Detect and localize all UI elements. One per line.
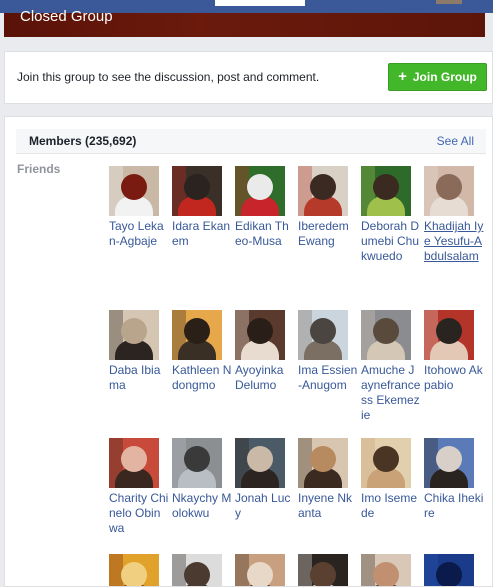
member-name-link[interactable]: Ima Essien-Anugom	[298, 363, 358, 393]
member-photo[interactable]	[424, 438, 474, 488]
member-photo[interactable]	[172, 438, 222, 488]
member-card[interactable]	[235, 554, 295, 586]
member-name-link[interactable]: Iberedem Ewang	[298, 219, 358, 249]
member-name-link[interactable]: Chika Ihekire	[424, 491, 484, 521]
member-photo[interactable]	[109, 554, 159, 586]
group-cover-strip: Closed Group	[4, 8, 493, 37]
member-photo[interactable]	[172, 310, 222, 360]
see-all-link[interactable]: See All	[437, 134, 474, 148]
member-name-link[interactable]: Deborah Dumebi Chukwuedo	[361, 219, 421, 264]
member-name-link[interactable]: Kathleen Ndongmo	[172, 363, 232, 393]
member-photo[interactable]	[235, 438, 285, 488]
member-card[interactable]: Deborah Dumebi Chukwuedo	[361, 166, 421, 264]
member-photo[interactable]	[298, 310, 348, 360]
member-photo[interactable]	[424, 310, 474, 360]
member-name-link[interactable]: Edikan Theo-Musa	[235, 219, 295, 249]
join-panel: Join this group to see the discussion, p…	[4, 51, 493, 104]
member-photo[interactable]	[361, 554, 411, 586]
member-photo[interactable]	[424, 554, 474, 586]
members-panel: Members (235,692) See All Friends Tayo L…	[4, 116, 493, 587]
member-card[interactable]: Amuche Jaynefrancess Ekemezie	[361, 310, 421, 423]
member-name-link[interactable]: Tayo Lekan-Agbaje	[109, 219, 169, 249]
member-photo[interactable]	[424, 166, 474, 216]
member-card[interactable]: Ima Essien-Anugom	[298, 310, 358, 393]
member-card[interactable]: Itohowo Akpabio	[424, 310, 484, 393]
member-card[interactable]	[109, 554, 169, 586]
member-photo[interactable]	[235, 166, 285, 216]
join-message: Join this group to see the discussion, p…	[17, 70, 320, 84]
profile-avatar[interactable]	[436, 0, 462, 4]
join-group-button[interactable]: + Join Group	[388, 63, 487, 91]
member-card[interactable]: Charity Chinelo Obinwa	[109, 438, 169, 536]
member-photo[interactable]	[298, 554, 348, 586]
member-photo[interactable]	[109, 310, 159, 360]
member-name-link[interactable]: Daba Ibiama	[109, 363, 169, 393]
member-photo[interactable]	[361, 310, 411, 360]
member-name-link[interactable]: Itohowo Akpabio	[424, 363, 484, 393]
group-privacy-label: Closed Group	[20, 8, 113, 25]
member-name-link[interactable]: Charity Chinelo Obinwa	[109, 491, 169, 536]
member-name-link[interactable]: Khadijah Iye Yesufu-Abdulsalam	[424, 219, 484, 264]
member-name-link[interactable]: Nkaychy Molokwu	[172, 491, 232, 521]
member-card[interactable]: Idara Ekanem	[172, 166, 232, 249]
search-field[interactable]	[215, 0, 305, 6]
member-name-link[interactable]: Amuche Jaynefrancess Ekemezie	[361, 363, 421, 423]
member-photo[interactable]	[109, 438, 159, 488]
member-photo[interactable]	[109, 166, 159, 216]
member-card[interactable]: Ayoyinka Delumo	[235, 310, 295, 393]
member-card[interactable]: Iberedem Ewang	[298, 166, 358, 249]
member-photo[interactable]	[361, 438, 411, 488]
member-name-link[interactable]: Ayoyinka Delumo	[235, 363, 295, 393]
member-name-link[interactable]: Imo Isemede	[361, 491, 421, 521]
member-photo[interactable]	[235, 554, 285, 586]
join-group-label: Join Group	[412, 70, 477, 84]
member-card[interactable]: Edikan Theo-Musa	[235, 166, 295, 249]
members-header: Members (235,692) See All	[16, 129, 486, 154]
member-card[interactable]: Jonah Lucy	[235, 438, 295, 521]
member-card[interactable]: Chika Ihekire	[424, 438, 484, 521]
member-card[interactable]: Imo Isemede	[361, 438, 421, 521]
member-card[interactable]: Inyene Nkanta	[298, 438, 358, 521]
member-photo[interactable]	[361, 166, 411, 216]
member-card[interactable]: Daba Ibiama	[109, 310, 169, 393]
member-card[interactable]	[424, 554, 484, 586]
member-card[interactable]	[298, 554, 358, 586]
member-photo[interactable]	[172, 554, 222, 586]
member-card[interactable]	[361, 554, 421, 586]
member-card[interactable]: Nkaychy Molokwu	[172, 438, 232, 521]
member-card[interactable]: Tayo Lekan-Agbaje	[109, 166, 169, 249]
member-card[interactable]: Khadijah Iye Yesufu-Abdulsalam	[424, 166, 484, 264]
members-title: Members (235,692)	[29, 134, 137, 148]
member-name-link[interactable]: Inyene Nkanta	[298, 491, 358, 521]
member-photo[interactable]	[298, 166, 348, 216]
member-photo[interactable]	[235, 310, 285, 360]
member-photo[interactable]	[172, 166, 222, 216]
member-name-link[interactable]: Jonah Lucy	[235, 491, 295, 521]
plus-icon: +	[398, 68, 407, 85]
member-card[interactable]	[172, 554, 232, 586]
member-name-link[interactable]: Idara Ekanem	[172, 219, 232, 249]
friends-section-label: Friends	[17, 162, 61, 176]
member-card[interactable]: Kathleen Ndongmo	[172, 310, 232, 393]
member-photo[interactable]	[298, 438, 348, 488]
